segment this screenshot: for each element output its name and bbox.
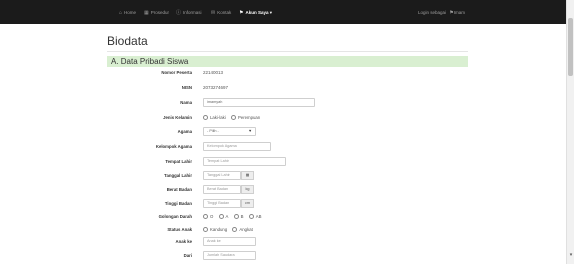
radio-laki-laki[interactable]: Laki-laki [203,112,226,124]
nisn-value: 2073274697 [203,85,229,90]
row-jenis-kelamin: Jenis Kelamin Laki-laki Perempuan [0,112,566,124]
radio-circle-icon [233,214,239,220]
golongan-darah-radio-group: O A B AB [203,211,265,223]
row-anak-ke: Anak ke Anak ke [0,236,566,248]
radio-circle-icon [218,214,224,220]
row-tempat-lahir: Tempat Lahir Tempat Lahir [0,156,566,168]
login-status: Login sebagai ⚑Imam [418,7,465,19]
tinggi-badan-unit: cm [241,199,254,208]
nav-kontak-label: Kontak [217,10,232,15]
radio-laki-laki-label: Laki-laki [210,115,226,120]
radio-kandung-label: Kandung [210,227,228,232]
scroll-down-arrow-icon[interactable]: ▾ [568,252,574,258]
nomor-peserta-label: Nomor Peserta [161,70,192,75]
status-anak-label: Status Anak [167,227,192,232]
title-divider [107,51,468,52]
login-status-text: Login sebagai [418,10,447,15]
berat-badan-label: Berat Badan [166,187,192,192]
page-title: Biodata [107,34,148,48]
radio-circle-icon [230,115,236,121]
kelompok-agama-label: Kelompok Agama [155,144,192,149]
radio-ab[interactable]: AB [248,211,262,223]
row-berat-badan: Berat Badan Berat Badan kg [0,184,566,196]
calendar-icon: ▦ [245,173,250,177]
agama-select[interactable]: - Pilih - ▼ [203,127,256,136]
radio-o-label: O [210,214,214,219]
nama-label: Nama [180,100,192,105]
dari-label: Dari [183,253,192,258]
row-nisn: NISN 2073274697 [0,82,566,94]
nav-informasi-label: Informasi [183,10,202,15]
radio-ab-label: AB [255,214,262,219]
radio-perempuan[interactable]: Perempuan [230,112,261,124]
nav-home[interactable]: ⌂ Home [119,7,136,19]
calendar-icon: ▦ [144,10,149,16]
anak-ke-label: Anak ke [175,239,192,244]
agama-select-value: - Pilih - [207,129,219,133]
section-title: A. Data Pribadi Siswa [111,57,189,66]
radio-b-label: B [240,214,244,219]
jenis-kelamin-radio-group: Laki-laki Perempuan [203,112,264,124]
nav-kontak[interactable]: ✉ Kontak [211,7,231,19]
radio-a-label: A [225,214,229,219]
tempat-lahir-input[interactable]: Tempat Lahir [203,157,286,166]
kelompok-agama-input[interactable]: Kelompok Agama [203,142,271,151]
nav-prosedur-label: Prosedur [150,10,169,15]
row-nomor-peserta: Nomor Peserta 22140013 [0,67,566,79]
row-status-anak: Status Anak Kandung Angkat [0,224,566,236]
nav-prosedur[interactable]: ▦ Prosedur [144,7,169,19]
radio-circle-icon [232,227,238,233]
radio-o[interactable]: O [203,211,213,223]
nav-akun-saya[interactable]: ⚑ Akun Saya ▾ [239,7,272,19]
row-agama: Agama - Pilih - ▼ [0,126,566,138]
berat-badan-unit: kg [241,185,254,194]
info-icon: ⓘ [176,10,182,16]
anak-ke-input[interactable]: Anak ke [203,237,256,246]
radio-perempuan-label: Perempuan [237,115,261,120]
top-navbar: ⌂ Home ▦ Prosedur ⓘ Informasi ✉ Kontak ⚑ Akun… [0,0,566,24]
chevron-down-icon: ▼ [248,129,252,133]
login-user-name[interactable]: Imam [454,10,465,15]
radio-kandung[interactable]: Kandung [203,224,227,236]
golongan-darah-label: Golongan Darah [158,214,192,219]
tinggi-badan-label: Tinggi Badan [164,201,192,206]
radio-a[interactable]: A [218,211,229,223]
tanggal-lahir-input[interactable]: Tanggal Lahir [203,171,241,180]
row-tanggal-lahir: Tanggal Lahir Tanggal Lahir ▦ [0,170,566,182]
nomor-peserta-value: 22140013 [203,70,224,75]
nav-akun-saya-label: Akun Saya ▾ [245,10,273,15]
radio-angkat[interactable]: Angkat [232,224,253,236]
scrollbar-thumb[interactable] [568,18,573,76]
tanggal-lahir-label: Tanggal Lahir [164,173,192,178]
chat-icon: ✉ [211,10,216,16]
row-golongan-darah: Golongan Darah O A B AB [0,211,566,223]
nisn-label: NISN [181,85,192,90]
radio-circle-icon [248,214,254,220]
calendar-button[interactable]: ▦ [241,171,254,180]
radio-circle-icon [203,214,208,220]
tinggi-badan-input[interactable]: Tinggi Badan [203,199,241,208]
radio-b[interactable]: B [233,211,244,223]
user-icon: ⚑ [239,10,244,16]
row-kelompok-agama: Kelompok Agama Kelompok Agama [0,141,566,153]
jenis-kelamin-label: Jenis Kelamin [163,115,192,120]
tempat-lahir-label: Tempat Lahir [165,159,192,164]
radio-angkat-label: Angkat [239,227,253,232]
nav-informasi[interactable]: ⓘ Informasi [176,7,202,19]
dari-input[interactable]: Jumlah Saudara [203,251,256,260]
row-tinggi-badan: Tinggi Badan Tinggi Badan cm [0,198,566,210]
agama-label: Agama [177,129,192,134]
nav-home-label: Home [124,10,137,15]
row-nama: Nama imamyah [0,97,566,109]
radio-circle-icon [203,115,208,121]
berat-badan-input[interactable]: Berat Badan [203,185,241,194]
row-dari: Dari Jumlah Saudara [0,250,566,262]
page-scrollbar[interactable]: ▾ [566,0,574,264]
home-icon: ⌂ [119,10,123,16]
status-anak-radio-group: Kandung Angkat [203,224,257,236]
radio-circle-icon [203,227,208,233]
nama-input[interactable]: imamyah [203,98,315,107]
